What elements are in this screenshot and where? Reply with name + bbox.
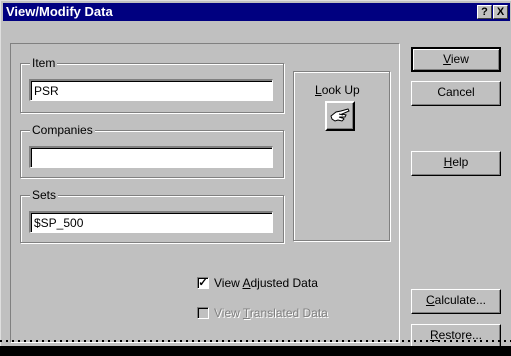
view-translated-label: View Translated Data xyxy=(214,306,328,320)
item-group-label: Item xyxy=(30,56,58,70)
lookup-button[interactable] xyxy=(325,101,355,131)
sets-group-label: Sets xyxy=(30,188,59,202)
lookup-label: Look Up xyxy=(315,83,360,97)
dialog-title: View/Modify Data xyxy=(6,4,113,19)
view-translated-checkbox[interactable] xyxy=(197,307,209,319)
view-button[interactable]: View xyxy=(411,47,501,72)
item-input[interactable]: PSR xyxy=(29,79,273,101)
help-button[interactable]: Help xyxy=(411,151,501,176)
title-bar[interactable]: View/Modify Data ? X xyxy=(3,3,510,21)
view-modify-data-dialog: View/Modify Data ? X Item PSR Companies … xyxy=(0,0,511,349)
close-icon[interactable]: X xyxy=(493,5,508,19)
help-icon[interactable]: ? xyxy=(477,5,492,19)
companies-group-label: Companies xyxy=(30,123,95,137)
hand-pointer-icon xyxy=(330,108,350,122)
cancel-button[interactable]: Cancel xyxy=(411,81,501,106)
screen-edge-dots xyxy=(0,340,511,342)
view-adjusted-label[interactable]: View Adjusted Data xyxy=(214,276,318,290)
sets-input[interactable]: $SP_500 xyxy=(29,211,273,233)
calculate-button[interactable]: Calculate... xyxy=(411,289,501,314)
screen-bottom-edge xyxy=(0,346,511,356)
companies-input[interactable] xyxy=(29,146,273,168)
view-adjusted-checkbox[interactable]: ✓ xyxy=(197,277,209,289)
